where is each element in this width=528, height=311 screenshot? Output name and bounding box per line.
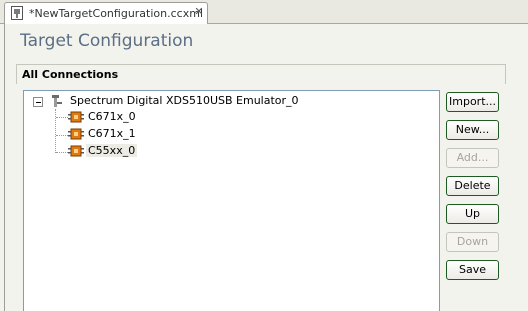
tree-node-label: C55xx_0: [86, 144, 138, 157]
up-button[interactable]: Up: [446, 204, 499, 224]
save-button[interactable]: Save: [446, 260, 499, 280]
section-header: All Connections: [16, 64, 506, 84]
editor-tab-title: *NewTargetConfiguration.ccxml: [29, 7, 203, 20]
down-button[interactable]: Down: [446, 232, 499, 252]
tree-node-label: Spectrum Digital XDS510USB Emulator_0: [70, 94, 299, 107]
cpu-icon: [68, 109, 84, 125]
target-config-file-icon: [11, 6, 23, 20]
import-button[interactable]: Import...: [446, 92, 499, 112]
cpu-icon: [68, 143, 84, 159]
editor-tab-bar: *NewTargetConfiguration.ccxml ✕: [0, 0, 528, 24]
tree-node-label: C671x_0: [88, 110, 136, 123]
page-title: Target Configuration: [20, 31, 194, 51]
close-icon[interactable]: ✕: [193, 6, 205, 18]
section-title: All Connections: [22, 68, 119, 81]
tree-connector: [56, 117, 68, 118]
collapse-toggle[interactable]: [33, 97, 43, 107]
tree-connector: [56, 135, 68, 136]
delete-button[interactable]: Delete: [446, 176, 499, 196]
cpu-icon: [68, 126, 84, 142]
new-button[interactable]: New...: [446, 120, 499, 140]
add-button[interactable]: Add...: [446, 148, 499, 168]
tree-connector: [55, 109, 56, 153]
emulator-icon: [50, 93, 66, 109]
tree-connector: [56, 152, 68, 153]
connections-tree[interactable]: Spectrum Digital XDS510USB Emulator_0 C6…: [23, 90, 440, 311]
editor-tab[interactable]: *NewTargetConfiguration.ccxml ✕: [4, 2, 208, 24]
tree-node-label: C671x_1: [88, 127, 136, 140]
